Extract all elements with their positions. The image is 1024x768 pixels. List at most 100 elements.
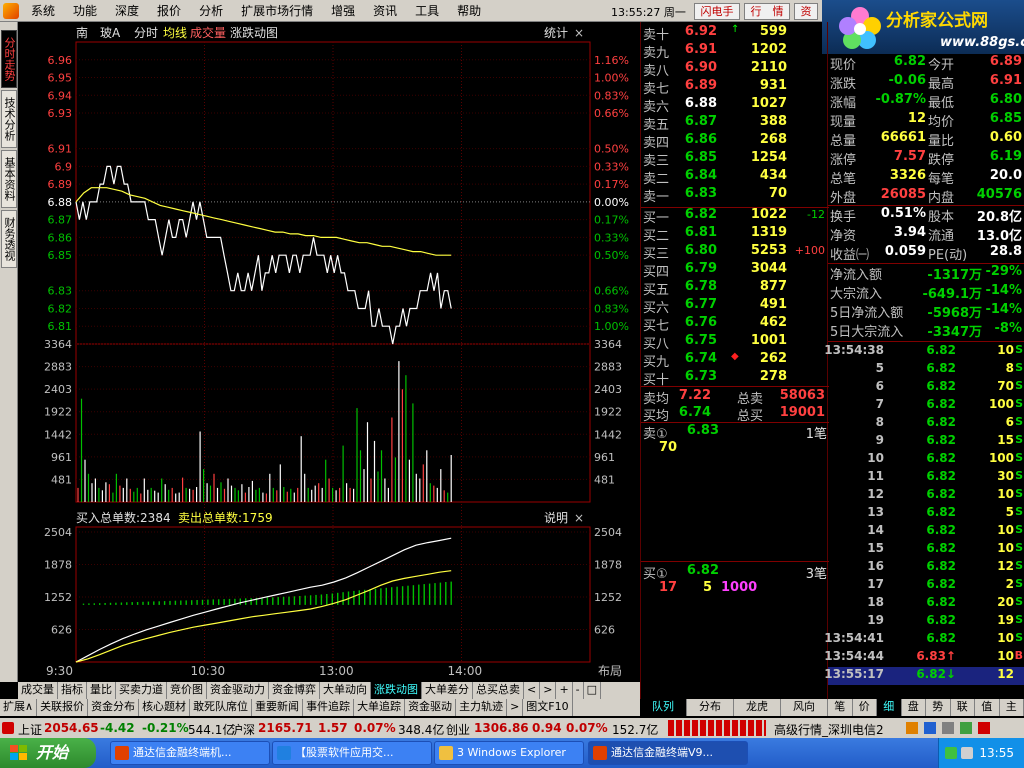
trade-tick-row[interactable]: 17 6.82 2 S — [828, 577, 1024, 595]
menu-tools[interactable]: 工具 — [406, 0, 448, 22]
tab-financial[interactable]: 财务透视 — [1, 210, 17, 268]
sell1-queue-header[interactable]: 卖① 6.83 1笔 — [641, 423, 829, 442]
extension-tab-1[interactable]: 关联报价 — [37, 699, 89, 716]
message-icon[interactable] — [924, 722, 936, 734]
bid-level[interactable]: 买三 6.80 5253 +100 — [641, 243, 829, 262]
indicator-tab-2[interactable]: 量比 — [87, 682, 116, 699]
trade-tick-row[interactable]: 10 6.82 100 S — [828, 451, 1024, 469]
extension-tab-10[interactable]: > — [507, 699, 524, 716]
trade-tick-row[interactable]: 6 6.82 70 S — [828, 379, 1024, 397]
trade-tick-row[interactable]: 13:54:38 6.82 10 S — [824, 343, 1024, 361]
detail-tab-6[interactable]: 值 — [975, 699, 1000, 716]
tab-intraday[interactable]: 分时走势 — [1, 30, 17, 88]
indicator-tab-9[interactable]: 大单差分 — [422, 682, 473, 699]
stat-button[interactable]: 统计 — [544, 26, 568, 40]
record-icon[interactable] — [978, 722, 990, 734]
quote-button[interactable]: 行 情 — [744, 3, 790, 20]
indicator-tab-0[interactable]: 成交量 — [18, 682, 58, 699]
bid-level[interactable]: 买十 6.73 278 — [641, 369, 829, 388]
menu-help[interactable]: 帮助 — [448, 0, 490, 22]
ask-level[interactable]: 卖四 6.86 268 — [641, 132, 829, 151]
trade-tick-row[interactable]: 19 6.82 19 S — [828, 613, 1024, 631]
task-tdx-2[interactable]: 通达信金融终端V9... — [588, 741, 748, 765]
trade-tick-row[interactable]: 13 6.82 5 S — [828, 505, 1024, 523]
bid-level[interactable]: 买九 6.74 ◆ 262 — [641, 351, 829, 370]
indicator-tab-7[interactable]: 大单动向 — [320, 682, 371, 699]
trade-tick-row[interactable]: 13:55:17 6.82↓ 12 — [824, 667, 1024, 685]
menu-analysis[interactable]: 分析 — [190, 0, 232, 22]
header-avg-line[interactable]: 均线 — [163, 26, 187, 40]
indicator-tab-4[interactable]: 竞价图 — [167, 682, 207, 699]
book-tab-3[interactable]: 风向 — [781, 699, 828, 716]
start-button[interactable]: 开始 — [0, 738, 96, 768]
indicator-tab-5[interactable]: 资金驱动力 — [207, 682, 269, 699]
trade-tick-row[interactable]: 9 6.82 15 S — [828, 433, 1024, 451]
extension-tab-0[interactable]: 扩展∧ — [0, 699, 38, 716]
task-browser[interactable]: 【股票软件应用交... — [272, 741, 432, 765]
trade-tick-row[interactable]: 13:54:44 6.83↑ 10 B — [824, 649, 1024, 667]
extension-tab-6[interactable]: 事件追踪 — [303, 699, 355, 716]
ask-level[interactable]: 卖五 6.87 388 — [641, 114, 829, 133]
menu-system[interactable]: 系统 — [22, 0, 64, 22]
trade-tick-row[interactable]: 16 6.82 12 S — [828, 559, 1024, 577]
detail-tab-1[interactable]: 价 — [853, 699, 877, 716]
tray-network-icon[interactable] — [945, 747, 957, 759]
header-updown[interactable]: 涨跌动图 — [230, 25, 278, 40]
bid-level[interactable]: 买六 6.77 491 — [641, 297, 829, 316]
ask-level[interactable]: 卖一 6.83 70 — [641, 186, 829, 205]
extension-tab-9[interactable]: 主力轨迹 — [456, 699, 508, 716]
indicator-tab-14[interactable]: - — [573, 682, 584, 699]
ask-level[interactable]: 卖二 6.84 434 — [641, 168, 829, 187]
layout-button[interactable]: 布局 — [598, 664, 622, 678]
indicator-tab-15[interactable]: □ — [584, 682, 602, 699]
trade-tick-row[interactable]: 11 6.82 30 S — [828, 469, 1024, 487]
indicator-tab-10[interactable]: 总买总卖 — [473, 682, 524, 699]
menu-enhance[interactable]: 增强 — [322, 0, 364, 22]
menu-extended-market[interactable]: 扩展市场行情 — [232, 0, 322, 22]
extension-tab-8[interactable]: 资金驱动 — [405, 699, 457, 716]
detail-tab-2[interactable]: 细 — [877, 699, 902, 716]
indicator-tab-11[interactable]: < — [524, 682, 541, 699]
ask-level[interactable]: 卖九 6.91 1202 — [641, 42, 829, 61]
header-volume[interactable]: 成交量 — [190, 25, 226, 40]
indicator-tab-8[interactable]: 涨跌动图 — [371, 682, 422, 699]
bid-level[interactable]: 买五 6.78 877 — [641, 279, 829, 298]
trade-tick-row[interactable]: 18 6.82 20 S — [828, 595, 1024, 613]
close-order-panel-icon[interactable]: × — [574, 511, 584, 525]
trade-tick-row[interactable]: 14 6.82 10 S — [828, 523, 1024, 541]
indicator-tab-1[interactable]: 指标 — [58, 682, 87, 699]
menu-function[interactable]: 功能 — [64, 0, 106, 22]
flash-trade-button[interactable]: 闪电手 — [694, 3, 740, 20]
ask-level[interactable]: 卖七 6.89 931 — [641, 78, 829, 97]
book-tab-1[interactable]: 分布 — [687, 699, 734, 716]
trade-tick-row[interactable]: 5 6.82 8 S — [828, 361, 1024, 379]
ask-level[interactable]: 卖六 6.88 1027 — [641, 96, 829, 115]
book-tab-2[interactable]: 龙虎 — [734, 699, 781, 716]
network-icon[interactable] — [960, 722, 972, 734]
info-button[interactable]: 资 — [794, 3, 818, 20]
bid-level[interactable]: 买一 6.82 1022 -12 — [641, 207, 829, 226]
trade-tick-row[interactable]: 12 6.82 10 S — [828, 487, 1024, 505]
tab-basic-info[interactable]: 基本资料 — [1, 150, 17, 208]
menu-depth[interactable]: 深度 — [106, 0, 148, 22]
detail-tab-3[interactable]: 盘 — [902, 699, 926, 716]
close-panel-icon[interactable]: × — [574, 26, 584, 40]
menu-info[interactable]: 资讯 — [364, 0, 406, 22]
trade-tick-row[interactable]: 13:54:41 6.82 10 S — [824, 631, 1024, 649]
bid-level[interactable]: 买四 6.79 3044 — [641, 261, 829, 280]
detail-tab-5[interactable]: 联 — [951, 699, 975, 716]
extension-tab-5[interactable]: 重要新闻 — [252, 699, 304, 716]
menu-quote[interactable]: 报价 — [148, 0, 190, 22]
header-intraday[interactable]: 分时 — [134, 26, 158, 40]
indicator-tab-12[interactable]: > — [540, 682, 557, 699]
task-explorer[interactable]: 3 Windows Explorer — [434, 741, 584, 765]
detail-tab-4[interactable]: 势 — [926, 699, 951, 716]
options-icon[interactable] — [942, 722, 954, 734]
desc-button[interactable]: 说明 — [544, 510, 568, 525]
indicator-tab-6[interactable]: 资金博弈 — [269, 682, 320, 699]
tray-volume-icon[interactable] — [961, 747, 973, 759]
connection-status[interactable]: 高级行情_深圳电信2 — [774, 721, 884, 738]
trade-tick-row[interactable]: 8 6.82 6 S — [828, 415, 1024, 433]
extension-tab-2[interactable]: 资金分布 — [88, 699, 140, 716]
detail-tab-7[interactable]: 主 — [1000, 699, 1024, 716]
